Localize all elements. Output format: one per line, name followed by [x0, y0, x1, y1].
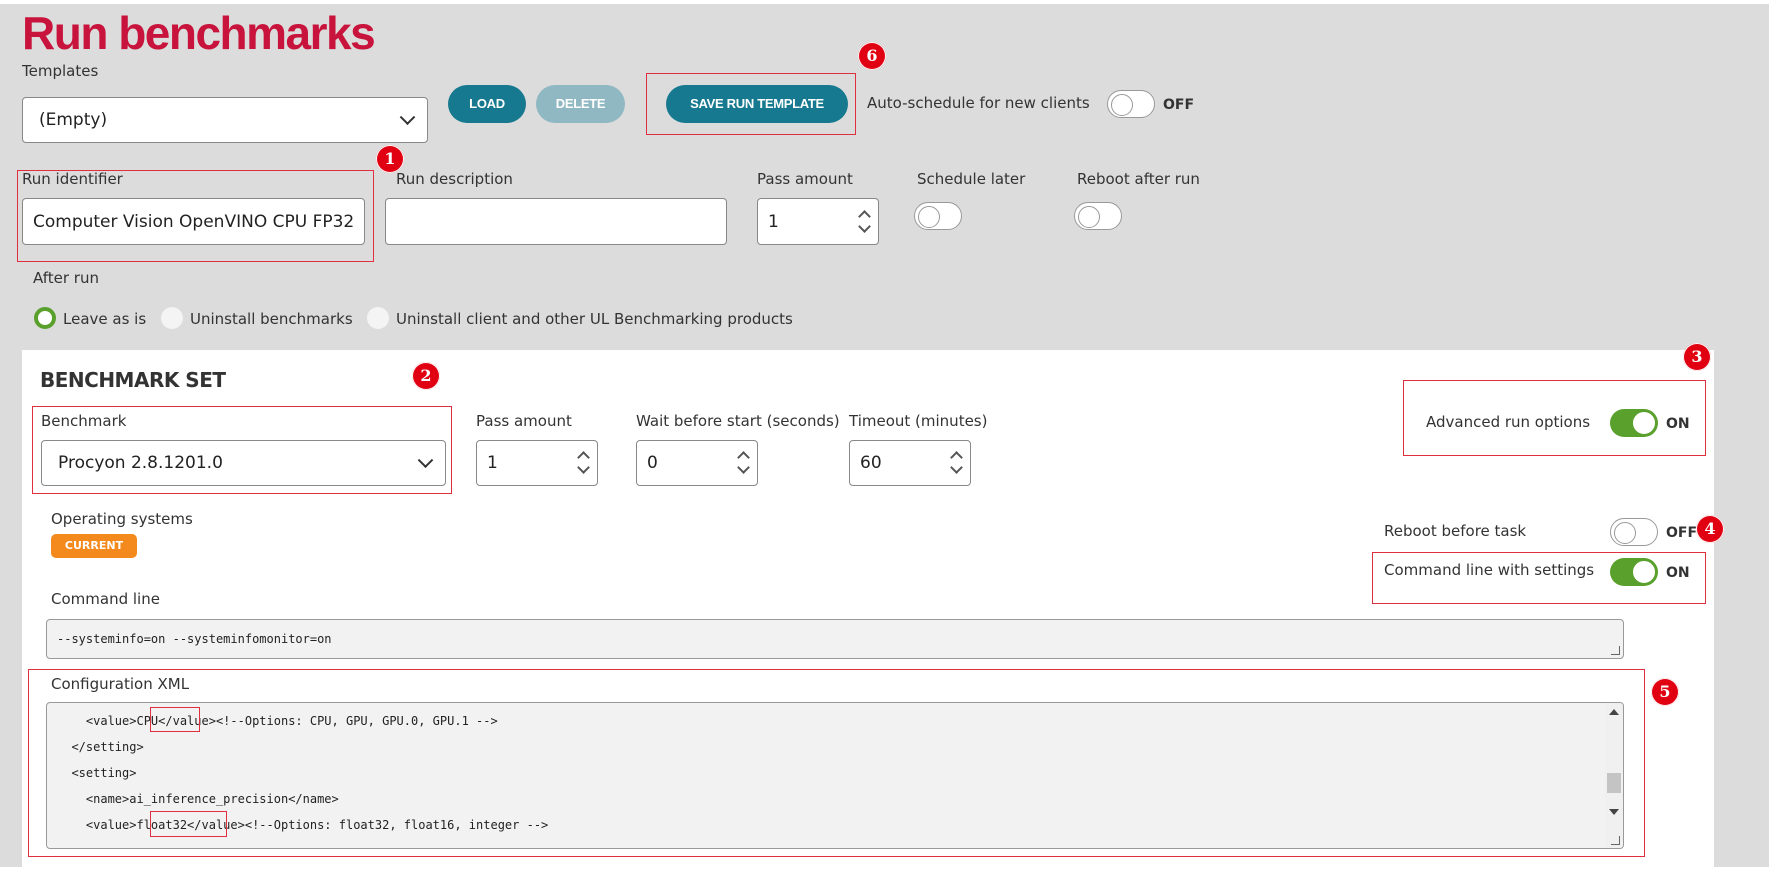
- run-identifier-value: Computer Vision OpenVINO CPU FP32: [33, 211, 355, 232]
- toggle-knob: [918, 206, 940, 228]
- xml-line: <setting>: [57, 766, 137, 780]
- chevron-down-icon: [417, 452, 434, 469]
- templates-select[interactable]: (Empty): [22, 97, 428, 143]
- load-button[interactable]: LOAD: [448, 85, 526, 123]
- scrollbar-thumb[interactable]: [1607, 773, 1621, 793]
- xml-line: <value>CPU</value><!--Options: CPU, GPU,…: [57, 714, 498, 728]
- annotation-badge-3: 3: [1683, 343, 1711, 371]
- annotation-badge-6: 6: [858, 42, 886, 70]
- command-line-with-settings-toggle[interactable]: [1610, 558, 1658, 586]
- configuration-xml-label: Configuration XML: [51, 675, 190, 693]
- scroll-down-icon[interactable]: [1609, 809, 1619, 815]
- configuration-xml-textarea[interactable]: <value>CPU</value><!--Options: CPU, GPU,…: [46, 702, 1624, 849]
- command-line-label: Command line: [51, 590, 160, 608]
- page-title: Run benchmarks: [22, 7, 376, 59]
- timeout-value: 60: [860, 453, 882, 473]
- wait-before-start-value: 0: [647, 453, 658, 473]
- save-run-template-button[interactable]: SAVE RUN TEMPLATE: [666, 85, 848, 123]
- resize-grip-icon[interactable]: [1611, 646, 1620, 655]
- run-identifier-input[interactable]: Computer Vision OpenVINO CPU FP32: [22, 198, 365, 245]
- benchmark-set-heading: BENCHMARK SET: [40, 368, 226, 392]
- autoschedule-label: Auto-schedule for new clients: [867, 94, 1090, 112]
- benchmark-label: Benchmark: [41, 412, 127, 430]
- xml-line: <name>ai_inference_precision</name>: [57, 792, 339, 806]
- radio-leave-as-is[interactable]: [34, 307, 56, 329]
- run-description-input[interactable]: [385, 198, 727, 245]
- benchmark-selected-value: Procyon 2.8.1201.0: [58, 453, 223, 473]
- spinner-arrows-icon[interactable]: [737, 449, 750, 477]
- annotation-badge-4: 4: [1696, 515, 1724, 543]
- wait-before-start-label: Wait before start (seconds): [636, 412, 840, 430]
- pass-amount-label: Pass amount: [757, 170, 853, 188]
- xml-highlight-cpu: [150, 707, 200, 732]
- advanced-run-options-state: ON: [1666, 416, 1690, 432]
- chevron-down-icon: [399, 109, 416, 126]
- toggle-knob: [1111, 94, 1133, 116]
- xml-line: </setting>: [57, 740, 144, 754]
- toggle-knob: [1078, 206, 1100, 228]
- delete-button[interactable]: DELETE: [536, 85, 625, 123]
- reboot-after-run-label: Reboot after run: [1077, 170, 1200, 188]
- toggle-knob: [1614, 522, 1636, 544]
- benchmark-select[interactable]: Procyon 2.8.1201.0: [41, 440, 446, 486]
- reboot-before-task-label: Reboot before task: [1384, 522, 1527, 540]
- autoschedule-toggle[interactable]: [1107, 90, 1155, 118]
- timeout-label: Timeout (minutes): [849, 412, 988, 430]
- run-identifier-label: Run identifier: [22, 170, 123, 188]
- command-line-value: --systeminfo=on --systeminfomonitor=on: [57, 632, 332, 646]
- radio-uninstall-client[interactable]: [367, 307, 389, 329]
- spinner-arrows-icon[interactable]: [950, 449, 963, 477]
- templates-label: Templates: [22, 62, 99, 80]
- xml-highlight-float32: [150, 811, 227, 837]
- benchmark-pass-amount-value: 1: [487, 453, 498, 473]
- reboot-after-run-toggle[interactable]: [1074, 202, 1122, 230]
- xml-scrollbar[interactable]: [1605, 703, 1623, 848]
- annotation-badge-1: 1: [376, 145, 404, 173]
- annotation-badge-5: 5: [1651, 678, 1679, 706]
- pass-amount-value: 1: [768, 211, 779, 232]
- command-line-with-settings-label: Command line with settings: [1384, 561, 1595, 579]
- radio-label-uninstall-benchmarks: Uninstall benchmarks: [190, 310, 353, 328]
- operating-systems-label: Operating systems: [51, 510, 193, 528]
- command-line-textarea[interactable]: --systeminfo=on --systeminfomonitor=on: [46, 619, 1624, 659]
- schedule-later-toggle[interactable]: [914, 202, 962, 230]
- toggle-knob: [1633, 412, 1655, 434]
- wait-before-start-input[interactable]: 0: [636, 440, 758, 486]
- command-line-with-settings-state: ON: [1666, 565, 1690, 581]
- scroll-up-icon[interactable]: [1609, 709, 1619, 715]
- after-run-label: After run: [33, 269, 99, 287]
- os-current-pill[interactable]: CURRENT: [51, 534, 137, 558]
- reboot-before-task-toggle[interactable]: [1610, 518, 1658, 546]
- timeout-input[interactable]: 60: [849, 440, 971, 486]
- radio-label-leave-as-is: Leave as is: [63, 310, 147, 328]
- spinner-arrows-icon[interactable]: [858, 208, 871, 236]
- schedule-later-label: Schedule later: [917, 170, 1026, 188]
- annotation-badge-2: 2: [412, 362, 440, 390]
- benchmark-pass-amount-label: Pass amount: [476, 412, 572, 430]
- xml-line: <value>float32</value><!--Options: float…: [57, 818, 549, 832]
- autoschedule-state: OFF: [1163, 97, 1195, 113]
- resize-grip-icon[interactable]: [1611, 836, 1620, 845]
- run-description-label: Run description: [396, 170, 513, 188]
- radio-label-uninstall-client: Uninstall client and other UL Benchmarki…: [396, 310, 793, 328]
- pass-amount-input[interactable]: 1: [757, 198, 879, 245]
- spinner-arrows-icon[interactable]: [577, 449, 590, 477]
- advanced-run-options-label: Advanced run options: [1426, 413, 1591, 431]
- reboot-before-task-state: OFF: [1666, 525, 1698, 541]
- page-background: Run benchmarks Templates (Empty) LOAD DE…: [0, 4, 1769, 871]
- templates-selected-value: (Empty): [39, 110, 108, 130]
- radio-uninstall-benchmarks[interactable]: [161, 307, 183, 329]
- toggle-knob: [1633, 561, 1655, 583]
- advanced-run-options-toggle[interactable]: [1610, 409, 1658, 437]
- benchmark-pass-amount-input[interactable]: 1: [476, 440, 598, 486]
